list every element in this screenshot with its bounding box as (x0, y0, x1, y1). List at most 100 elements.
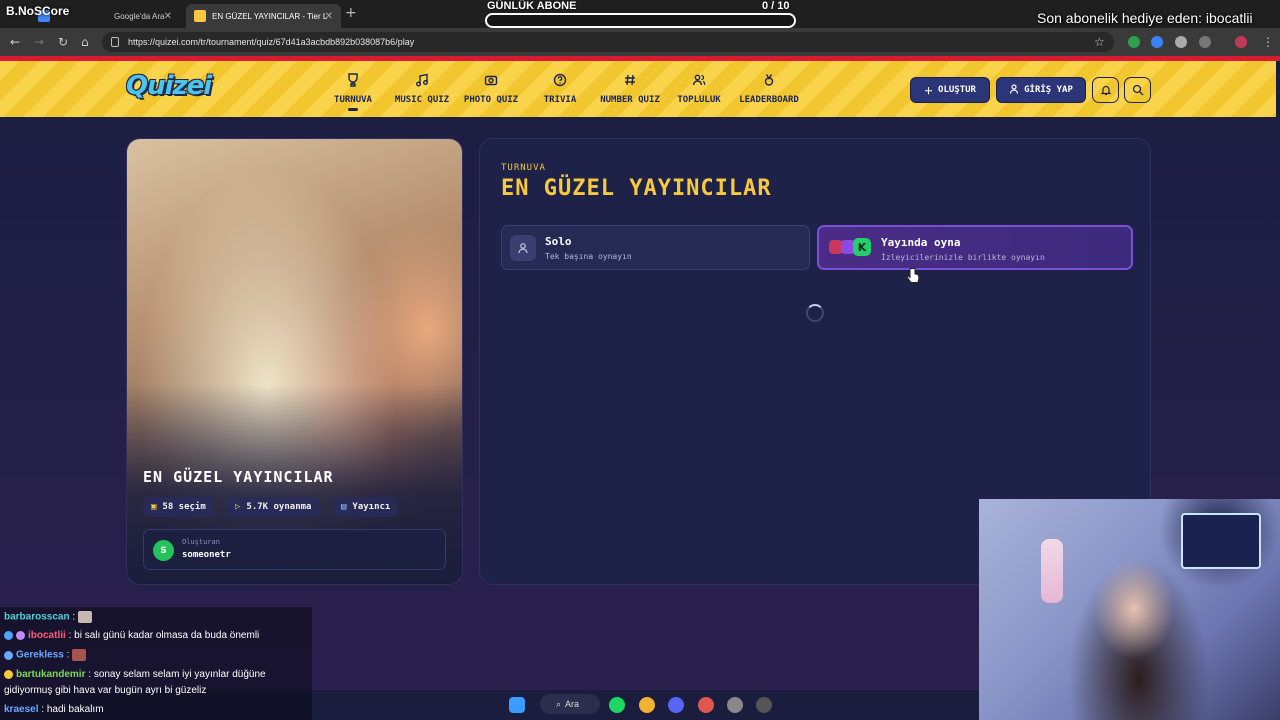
stack-icon: ▣ (151, 502, 157, 512)
tab-quizei[interactable]: EN GÜZEL YAYINCILAR - Tier Li... ✕ (186, 4, 341, 28)
stream-title: Yayında oyna (881, 236, 961, 249)
chat-sep: : (65, 630, 75, 641)
info-badge-icon (4, 669, 13, 679)
quizei-favicon-icon (194, 10, 206, 22)
forward-icon[interactable]: → (34, 35, 44, 49)
webcam-feed (979, 499, 1280, 720)
search-button[interactable] (1124, 77, 1151, 103)
search-icon: ⌕ (556, 698, 562, 709)
extensions-puzzle-icon[interactable] (1199, 36, 1211, 48)
stat-plays: ▷ 5.7K oynanma (227, 497, 320, 517)
user-icon (510, 235, 536, 261)
spotify-icon[interactable] (609, 697, 625, 713)
nav-label: NUMBER QUIZ (600, 95, 660, 105)
nav-turnuva[interactable]: TURNUVA (313, 71, 393, 111)
page-title: EN GÜZEL YAYINCILAR (501, 176, 772, 201)
play-icon: ▷ (235, 502, 241, 512)
site-logo[interactable]: Quizei (126, 71, 212, 101)
menu-kebab-icon[interactable]: ⋮ (1262, 35, 1274, 49)
page-kicker: TURNUVA (501, 163, 546, 173)
nav-photo-quiz[interactable]: PHOTO QUIZ (451, 71, 531, 105)
solo-title: Solo (545, 235, 572, 248)
hand-cursor-icon (906, 267, 920, 289)
stat-category: ▤ Yayıncı (333, 497, 399, 517)
nav-label: TURNUVA (334, 95, 372, 105)
extension-icon[interactable] (1128, 36, 1140, 48)
camera-icon (484, 71, 498, 89)
nav-topluluk[interactable]: TOPLULUK (659, 71, 739, 105)
moon-badge-icon (16, 630, 25, 640)
nav-leaderboard[interactable]: LEADERBOARD (729, 71, 809, 105)
address-bar: ← → ↻ ⌂ https://quizei.com/tr/tournament… (0, 28, 1280, 56)
tab-label: EN GÜZEL YAYINCILAR - Tier Li... (212, 11, 327, 21)
sub-badge-icon (4, 630, 13, 640)
taskbar-search-label: Ara (565, 699, 580, 709)
app-icon[interactable] (727, 697, 743, 713)
profile-avatar[interactable] (1235, 36, 1247, 48)
emote-icon (72, 649, 87, 661)
notifications-button[interactable] (1092, 77, 1119, 103)
taskbar-search[interactable]: ⌕ Ara (540, 694, 600, 714)
extension-icon[interactable] (1175, 36, 1187, 48)
close-icon[interactable]: ✕ (325, 11, 333, 22)
nav-label: MUSIC QUIZ (394, 95, 450, 105)
microphone (1041, 539, 1063, 603)
creator-avatar: S (153, 540, 174, 561)
moon-badge-icon (4, 650, 13, 660)
discord-icon[interactable] (668, 697, 684, 713)
music-icon (415, 71, 429, 89)
sub-goal-count: 0 / 10 (762, 0, 790, 12)
create-button[interactable]: ＋ OLUŞTUR (910, 77, 990, 103)
solo-subtitle: Tek başına oynayın (545, 252, 632, 261)
nav-label: TRIVIA (543, 95, 577, 105)
bell-icon (1100, 81, 1112, 100)
chat-sep: : (63, 649, 73, 661)
trophy-icon (346, 71, 360, 89)
active-indicator (348, 108, 358, 111)
chrome-icon[interactable] (639, 697, 655, 713)
nav-music-quiz[interactable]: MUSIC QUIZ (382, 71, 462, 105)
bookmark-star-icon[interactable]: ☆ (1094, 35, 1105, 49)
url-field[interactable]: https://quizei.com/tr/tournament/quiz/67… (102, 32, 1114, 52)
category-icon: ▤ (341, 502, 347, 512)
home-icon[interactable]: ⌂ (81, 35, 89, 49)
quiz-cover-card: EN GÜZEL YAYINCILAR ▣ 58 seçim ▷ 5.7K oy… (126, 138, 463, 585)
new-tab-icon[interactable]: + (345, 5, 357, 21)
site-info-icon[interactable] (111, 37, 119, 47)
stat-choices: ▣ 58 seçim (143, 497, 214, 517)
cover-title: EN GÜZEL YAYINCILAR (143, 468, 334, 486)
user-icon (1009, 83, 1019, 97)
creator-label: Oluşturan (182, 538, 220, 546)
nav-number-quiz[interactable]: NUMBER QUIZ (590, 71, 670, 105)
windows-start-icon[interactable] (509, 697, 525, 713)
back-icon[interactable]: ← (10, 35, 20, 49)
stream-mode-button[interactable]: K Yayında oyna İzleyicilerinizle birlikt… (817, 225, 1133, 270)
nav-trivia[interactable]: TRIVIA (520, 71, 600, 105)
chat-sep: : (85, 669, 94, 680)
app-icon[interactable] (756, 697, 772, 713)
reload-icon[interactable]: ↻ (58, 35, 68, 49)
creator-name: someonetr (182, 550, 231, 560)
emote-icon (77, 611, 92, 623)
extension-icon[interactable] (1151, 36, 1163, 48)
login-button[interactable]: GİRİŞ YAP (996, 77, 1086, 103)
loading-spinner-icon (806, 304, 824, 322)
chrome-alt-icon[interactable] (698, 697, 714, 713)
url-text: https://quizei.com/tr/tournament/quiz/67… (128, 37, 415, 47)
stat-value: 58 seçim (162, 502, 206, 512)
solo-mode-button[interactable]: Solo Tek başına oynayın (501, 225, 810, 270)
close-icon[interactable]: ✕ (164, 11, 172, 22)
chat-user: barbarosscan (4, 611, 70, 623)
site-header: Quizei TURNUVA MUSIC QUIZ PHOTO QUIZ TRI… (0, 61, 1276, 117)
kick-icon: K (853, 238, 871, 256)
chat-message: ibocatlii : bi salı günü kadar olmasa da… (4, 630, 259, 641)
creator-box[interactable]: S Oluşturan someonetr (143, 529, 446, 570)
sub-goal-progress-bar (485, 13, 796, 28)
people-icon (692, 71, 706, 89)
nav-label: TOPLULUK (677, 95, 721, 105)
channel-logo: B.NoSCore (6, 4, 70, 18)
chat-user: ibocatlii (28, 630, 66, 641)
butterfly-neon-sign (1181, 513, 1261, 569)
sub-goal-label: GÜNLÜK ABONE (487, 0, 577, 12)
tab-label: Google'da Ara (114, 11, 165, 21)
